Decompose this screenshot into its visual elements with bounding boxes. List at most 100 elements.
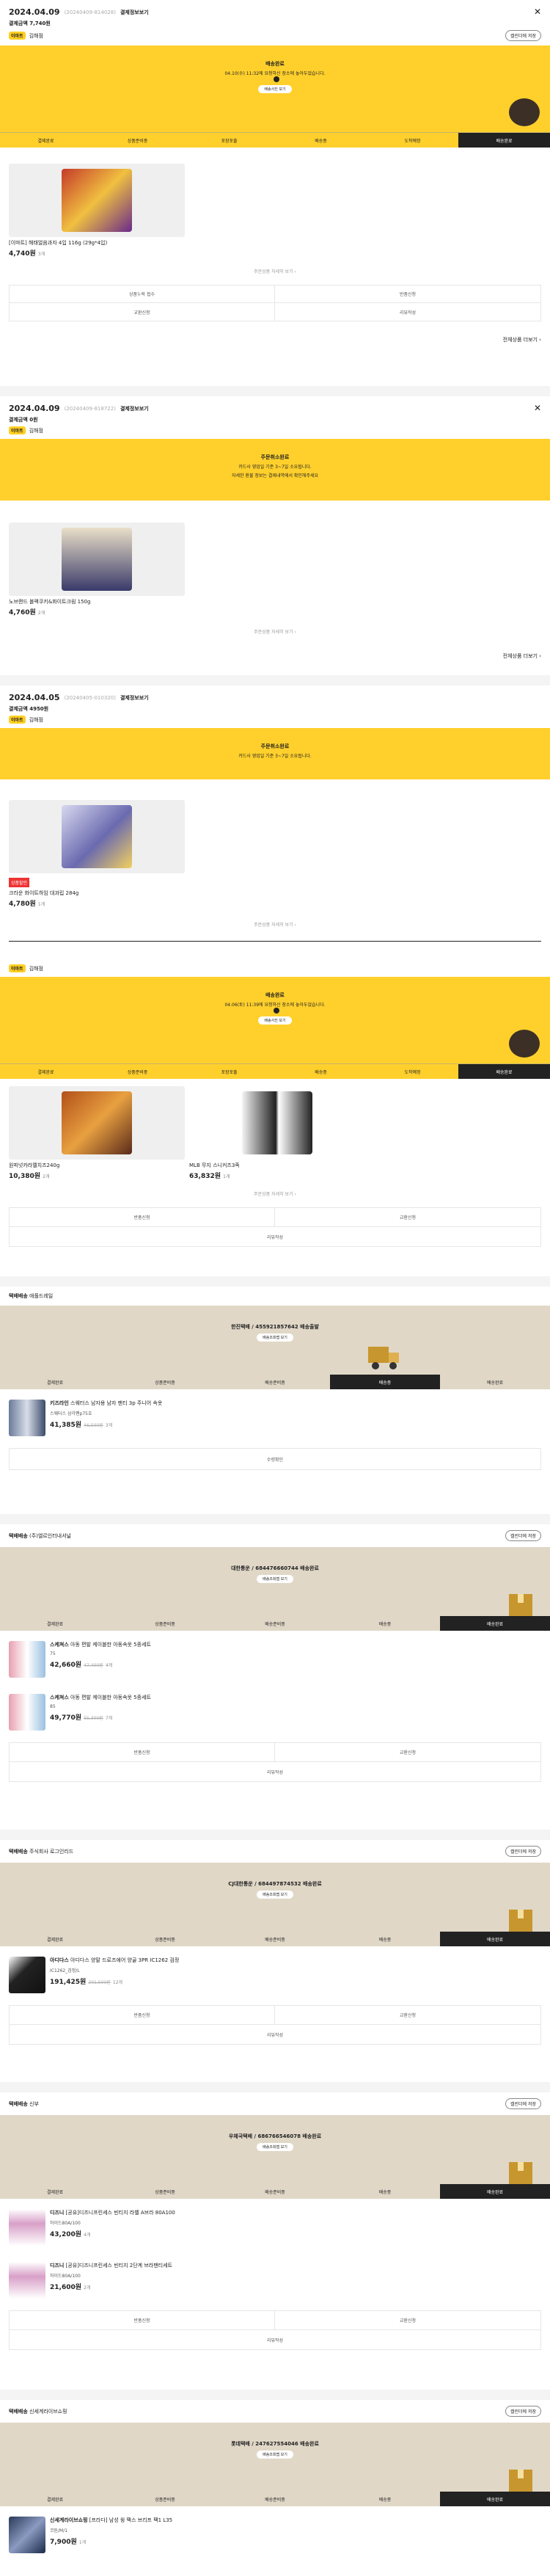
exchange-button[interactable]: 교환신청 xyxy=(10,303,275,321)
product-item[interactable]: [이마트] 해태얼음과자 4입 116g (29g*4입) 4,740원 3개 xyxy=(9,164,185,258)
status-title: 배송완료 xyxy=(265,992,285,998)
exchange-button[interactable]: 교환신청 xyxy=(275,2006,540,2025)
tracking-map-button[interactable]: 배송조회맵 보기 xyxy=(257,1891,293,1899)
review-button[interactable]: 리뷰작성 xyxy=(10,2025,540,2044)
product-item[interactable]: 상품할인 크라운 화이트하임 대과립 284g 4,780원 1개 xyxy=(9,800,185,908)
product-item[interactable]: 원피넛카라멜치즈240g 10,380원 2개 xyxy=(9,1086,185,1180)
product-image xyxy=(62,805,132,868)
tab-step: 상품준비중 xyxy=(110,1375,220,1389)
product-row[interactable]: 디즈니 [공유]디즈니프린세스 빈티지 2단계 브라팬티세트 하이드80A/100… xyxy=(0,2250,550,2303)
close-icon[interactable]: ✕ xyxy=(534,7,541,17)
product-price: 42,660원 xyxy=(50,1662,82,1669)
tab-step: 도착예정 xyxy=(367,133,458,148)
exchange-button[interactable]: 교환신청 xyxy=(275,1208,540,1227)
detail-hint-link[interactable]: 주문상품 자세히 보기 › xyxy=(0,616,550,647)
product-qty: 7개 xyxy=(105,1716,113,1721)
detail-hint-link[interactable]: 주문상품 자세히 보기 › xyxy=(0,1180,550,1207)
product-price: 63,832원 xyxy=(189,1173,221,1180)
product-brand: 디즈니 xyxy=(50,2210,65,2216)
review-button[interactable]: 리뷰작성 xyxy=(275,303,540,321)
product-qty: 2개 xyxy=(43,1174,50,1179)
order-card: 2024.04.09 (20240409-814028) 결제정보보기 ✕ 결제금액… xyxy=(0,0,550,386)
product-price: 7,900원 xyxy=(50,2539,77,2546)
tab-step: 상품준비중 xyxy=(110,2184,220,2199)
product-row[interactable]: 신세계라이브쇼핑 [프라다] 남성 윙 팩스 브리프 팩1 L35 코튼/M/1 7… xyxy=(0,2506,550,2558)
calendar-save-button[interactable]: 캘린더에 저장 xyxy=(505,1846,541,1857)
order-summary: 결제금액 0원 xyxy=(9,417,38,423)
tracking-map-button[interactable]: 배송조회맵 보기 xyxy=(257,2143,293,2151)
product-image xyxy=(9,1400,45,1436)
review-button[interactable]: 리뷰작성 xyxy=(10,2330,540,2349)
status-tabs: 결제완료 상품준비중 배송준비중 배송중 배송완료 xyxy=(0,1932,550,1946)
calendar-save-button[interactable]: 캘린더에 저장 xyxy=(505,2406,541,2417)
tab-step-active: 배송완료 xyxy=(440,1932,550,1946)
calendar-save-button[interactable]: 캘린더에 저장 xyxy=(505,30,541,41)
tab-step-active: 배송완료 xyxy=(440,1616,550,1631)
payment-detail-link[interactable]: 결제정보보기 xyxy=(120,694,149,702)
product-name: [공유]디즈니프린세스 빈티지 라벨 A브라 80A100 xyxy=(65,2210,175,2216)
status-banner: 롯데택배 / 247627554046 배송완료 배송조회맵 보기 xyxy=(0,2423,550,2492)
info-dot-icon xyxy=(273,76,279,82)
product-row[interactable]: 디즈니 [공유]디즈니프린세스 빈티지 라벨 A브라 80A100 하이드80A/… xyxy=(0,2199,550,2250)
calendar-save-button[interactable]: 캘린더에 저장 xyxy=(505,2098,541,2109)
view-all-link[interactable]: 전체상품 더보기 › xyxy=(0,647,550,666)
receipt-confirm-button[interactable]: 수령확인 xyxy=(10,1449,540,1469)
product-row[interactable]: 스케쳐스 아동 편발 케이블한 아동속옷 5종세트 85 49,770원 55,30… xyxy=(0,1682,550,1735)
product-price: 21,600원 xyxy=(50,2284,82,2291)
vendor-name: 주식회사 로그인리드 xyxy=(29,1848,74,1855)
order-number: (20240409-818722) xyxy=(64,405,116,412)
product-image xyxy=(62,528,132,591)
status-tabs: 결제완료 상품준비중 포장포출 배송중 도착예정 배송완료 xyxy=(0,132,550,148)
product-image xyxy=(9,1641,45,1678)
delivery-type: 택배배송 xyxy=(9,1293,28,1299)
product-option: 85 xyxy=(50,1704,56,1709)
return-button[interactable]: 반품신청 xyxy=(10,1208,275,1227)
product-name: 노브랜드 블랙쿠키&화이트크림 150g xyxy=(9,599,91,605)
product-row[interactable]: 아디다스 아디다스 양말 드로즈에어 양골 3PR IC1262 검정 IC126… xyxy=(0,1946,550,1998)
payment-detail-link[interactable]: 결제정보보기 xyxy=(120,405,149,412)
product-qty: 2개 xyxy=(84,2285,91,2291)
exchange-button[interactable]: 교환신청 xyxy=(275,2311,540,2330)
tab-step: 상품준비중 xyxy=(110,2492,220,2506)
close-icon[interactable]: ✕ xyxy=(534,403,541,413)
status-banner: CJ대한통운 / 684497874532 배송완료 배송조회맵 보기 xyxy=(0,1863,550,1932)
status-sub: 카드사 영업일 기준 3~7일 소요됩니다. xyxy=(238,754,312,759)
shipment-card: 택배배송 주식회사 로그인리드 캘린더에 저장 CJ대한통운 / 68449787… xyxy=(0,1840,550,2082)
tab-step: 배송중 xyxy=(330,1616,440,1631)
return-button[interactable]: 반품신청 xyxy=(10,1743,275,1762)
tab-step-active: 배송중 xyxy=(330,1375,440,1389)
calendar-save-button[interactable]: 캘린더에 저장 xyxy=(505,1530,541,1541)
tracking-map-button[interactable]: 배송조회맵 보기 xyxy=(257,1334,293,1342)
photo-button[interactable]: 배송사진 보기 xyxy=(258,1016,292,1025)
shipment-card: 택배배송 (주)엘르인터내셔널 캘린더에 저장 대한통운 / 6844766607… xyxy=(0,1524,550,1830)
product-item[interactable]: MLB 무지 스니커즈3족 63,832원 1개 xyxy=(189,1086,365,1180)
shop-row: 이마트 김해점 xyxy=(0,423,550,439)
payment-detail-link[interactable]: 결제정보보기 xyxy=(120,9,149,16)
review-button[interactable]: 리뷰작성 xyxy=(10,1762,540,1781)
product-item[interactable]: 노브랜드 블랙쿠키&화이트크림 150g 4,760원 2개 xyxy=(9,523,185,616)
tracking-status: 우체국택배 / 686766546078 배송완료 xyxy=(228,2133,322,2139)
detail-hint-link[interactable]: 주문상품 자세히 보기 › xyxy=(0,908,550,941)
view-all-link[interactable]: 전체상품 더보기 › xyxy=(0,321,550,349)
product-row[interactable]: 키즈라인 스웨터스 남자용 남자 팬티 3p 주니어 속옷 스웨터스 삼각팬p75… xyxy=(0,1389,550,1441)
tab-step: 배송중 xyxy=(275,1064,367,1079)
section-separator xyxy=(0,2390,550,2400)
detail-hint-link[interactable]: 주문상품 자세히 보기 › xyxy=(0,258,550,285)
exchange-button[interactable]: 교환신청 xyxy=(275,1743,540,1762)
missing-report-button[interactable]: 상품누락 접수 xyxy=(10,285,275,303)
tab-step: 결제완료 xyxy=(0,1616,110,1631)
product-name: 아동 편발 케이블한 아동속옷 5종세트 xyxy=(70,1695,151,1700)
product-row[interactable]: 스케쳐스 아동 편발 케이블한 아동속옷 5종세트 75 42,660원 47,40… xyxy=(0,1631,550,1682)
status-banner: 대한통운 / 684476660744 배송완료 배송조회맵 보기 xyxy=(0,1547,550,1616)
return-button[interactable]: 반품신청 xyxy=(275,285,540,303)
photo-button[interactable]: 배송사진 보기 xyxy=(258,85,292,93)
return-button[interactable]: 반품신청 xyxy=(10,2006,275,2025)
tracking-map-button[interactable]: 배송조회맵 보기 xyxy=(257,2451,293,2459)
product-name: [프라다] 남성 윙 팩스 브리프 팩1 L35 xyxy=(89,2517,173,2523)
tab-step-active: 배송완료 xyxy=(440,2184,550,2199)
review-button[interactable]: 리뷰작성 xyxy=(10,1227,540,1246)
original-price: 46,500원 xyxy=(84,1423,103,1428)
product-price: 4,760원 xyxy=(9,609,36,616)
tracking-map-button[interactable]: 배송조회맵 보기 xyxy=(257,1575,293,1583)
return-button[interactable]: 반품신청 xyxy=(10,2311,275,2330)
